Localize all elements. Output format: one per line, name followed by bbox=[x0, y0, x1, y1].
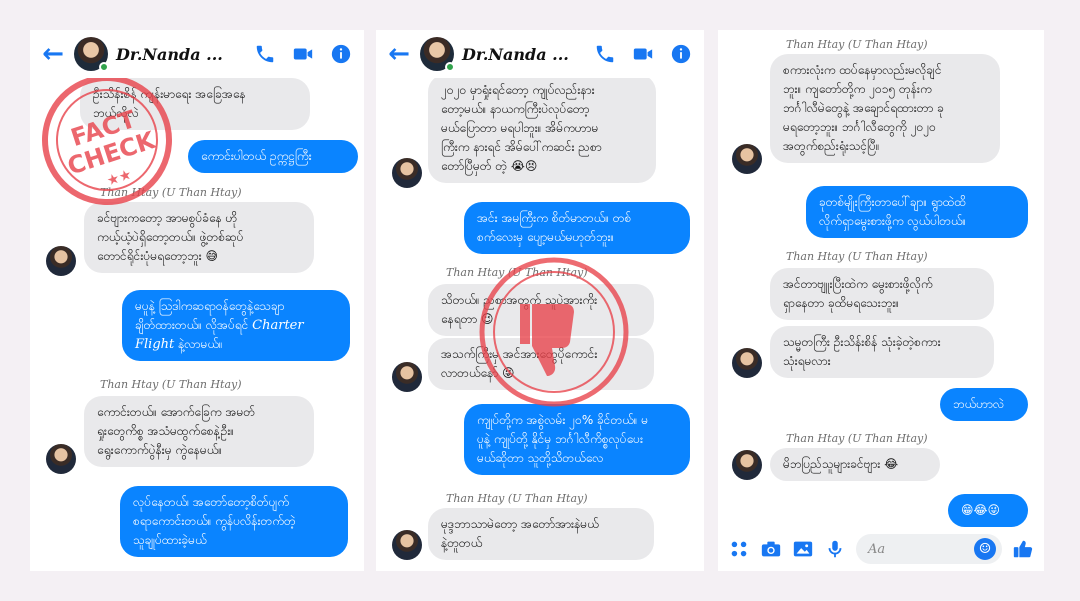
message-incoming: ကောင်းတယ်။ အောက်ခြေက အမတ် ရှုးတွေကိစ္စ အ… bbox=[84, 396, 314, 467]
sender-avatar bbox=[392, 158, 422, 188]
message-outgoing: ခုတစ်မျိုးကြီးတာပေါ်ချာ။ ရွာထဲထိ လိုက်ရှ… bbox=[806, 186, 1028, 238]
sender-name: Than Htay (U Than Htay) bbox=[786, 250, 928, 263]
svg-text:★★: ★★ bbox=[105, 167, 134, 190]
sender-name: Than Htay (U Than Htay) bbox=[786, 432, 928, 445]
info-icon[interactable] bbox=[670, 43, 692, 65]
thumbs-down-stamp-logo bbox=[479, 257, 629, 407]
sender-avatar bbox=[732, 144, 762, 174]
contact-name[interactable]: Dr.Nanda ... bbox=[462, 45, 569, 64]
sender-name: Than Htay (U Than Htay) bbox=[786, 38, 928, 51]
sender-avatar bbox=[46, 444, 76, 474]
chat-header: ← Dr.Nanda ... bbox=[376, 30, 704, 78]
message-incoming: သမ္မတကြီး ဦးသိန်းစိန် သုံးခဲ့တဲ့စကား သုံ… bbox=[770, 326, 994, 378]
message-composer: Aa ☺ bbox=[718, 527, 1044, 571]
image-icon[interactable] bbox=[792, 538, 814, 560]
video-call-icon[interactable] bbox=[632, 43, 654, 65]
back-arrow-icon[interactable]: ← bbox=[36, 39, 70, 69]
online-indicator bbox=[99, 62, 109, 72]
contact-name[interactable]: Dr.Nanda ... bbox=[116, 45, 223, 64]
video-call-icon[interactable] bbox=[292, 43, 314, 65]
message-text: နဲ့လာမယ်။ bbox=[174, 337, 223, 351]
sender-avatar bbox=[392, 362, 422, 392]
info-icon[interactable] bbox=[330, 43, 352, 65]
message-outgoing: လုပ်နေတယ်၊ အတော်တော့စိတ်ပျက် စရာကောင်းတယ… bbox=[120, 486, 348, 557]
message-outgoing: ကောင်းပါတယ် ဥက္ကဋ္ဌကြီး bbox=[188, 140, 358, 173]
thumbs-up-icon[interactable] bbox=[1012, 538, 1034, 560]
back-arrow-icon[interactable]: ← bbox=[382, 39, 416, 69]
chat-screenshot-2: ← Dr.Nanda ... ၂၀၂၀ မှာရှုံးရင်တော့ ကျုပ… bbox=[376, 30, 704, 571]
message-input[interactable]: Aa ☺ bbox=[856, 534, 1002, 564]
chat-screenshot-1: ← Dr.Nanda ... ဦးသိန်းစိန် ကျန်းမာရေး အခ… bbox=[30, 30, 364, 571]
message-incoming: မိဘပြည်သူများခင်ဗျား 😂 bbox=[770, 448, 940, 481]
fact-check-stamp-logo: FACT CHECK ★★ bbox=[42, 75, 172, 205]
message-incoming: စကားလုံးက ထပ်နေမှာလည်းမလိုချင် ဘူး။ ကျတေ… bbox=[770, 54, 1000, 163]
sender-avatar bbox=[732, 450, 762, 480]
contact-avatar[interactable] bbox=[420, 37, 455, 72]
contact-avatar[interactable] bbox=[74, 37, 109, 72]
message-incoming: အင်တာဗျူးပြီးထဲက မွေးစားဖို့လိုက် ရှာနေတ… bbox=[770, 268, 994, 320]
chat-header: ← Dr.Nanda ... bbox=[30, 30, 364, 78]
sender-avatar bbox=[46, 246, 76, 276]
message-incoming: ၂၀၂၀ မှာရှုံးရင်တော့ ကျုပ်လည်းနား တော့မယ… bbox=[428, 74, 656, 183]
microphone-icon[interactable] bbox=[824, 538, 846, 560]
chat-screenshot-3: Than Htay (U Than Htay) စကားလုံးက ထပ်နေမ… bbox=[718, 30, 1044, 571]
sender-avatar bbox=[732, 348, 762, 378]
phone-icon[interactable] bbox=[594, 43, 616, 65]
message-outgoing: မပူနဲ့ ဩဒါကဆရာဝန်တွေနဲ့သေချာ ချိတ်ထားတယ်… bbox=[122, 290, 350, 361]
message-outgoing: ကျုပ်တို့က အစွဲလမ်း ၂၀% ခိုင်တယ်။ မ ပူနဲ… bbox=[464, 404, 690, 475]
message-outgoing: 😁😂😜 bbox=[948, 494, 1028, 527]
message-outgoing: ဘယ်ဟာလဲ bbox=[940, 388, 1028, 421]
message-outgoing: အင်း အမကြီးက စိတ်မာတယ်။ တစ် စက်လေးမှ ပျေ… bbox=[464, 202, 690, 254]
phone-icon[interactable] bbox=[254, 43, 276, 65]
message-input-placeholder: Aa bbox=[868, 541, 886, 557]
online-indicator bbox=[445, 62, 455, 72]
sender-avatar bbox=[392, 530, 422, 560]
sender-name: Than Htay (U Than Htay) bbox=[446, 492, 588, 505]
message-incoming: မုဒ္ဒဘာသာမဲတော့ အတော်အားနဲမယ် နဲ့တူတယ် bbox=[428, 508, 654, 560]
apps-grid-icon[interactable] bbox=[728, 538, 750, 560]
emoji-icon[interactable]: ☺ bbox=[974, 538, 996, 560]
camera-icon[interactable] bbox=[760, 538, 782, 560]
sender-name: Than Htay (U Than Htay) bbox=[100, 378, 242, 391]
